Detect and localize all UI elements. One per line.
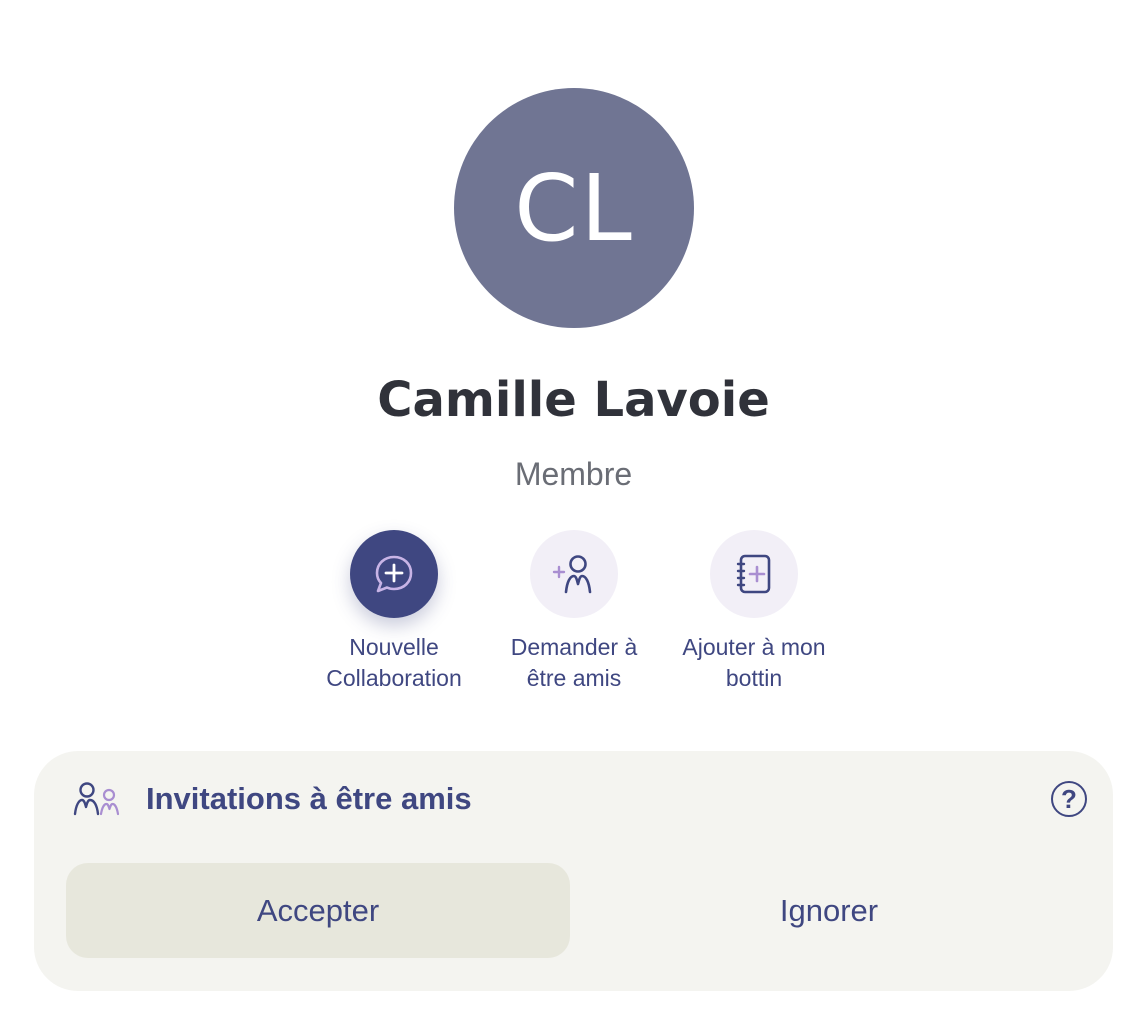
request-friend-button[interactable]: Demander à être amis — [484, 530, 664, 694]
new-collaboration-button[interactable]: Nouvelle Collaboration — [304, 530, 484, 694]
friends-icon — [73, 782, 120, 816]
new-collaboration-circle[interactable] — [350, 530, 438, 618]
request-friend-circle[interactable] — [530, 530, 618, 618]
add-friend-icon — [552, 555, 592, 594]
accept-button[interactable]: Accepter — [66, 863, 570, 958]
action-bar: Nouvelle Collaboration Demander à être a… — [0, 530, 1129, 710]
chat-plus-icon — [375, 555, 413, 593]
friend-invitation-header: Invitations à être amis ? — [72, 779, 1087, 819]
request-friend-label: Demander à être amis — [510, 634, 638, 691]
add-to-directory-button[interactable]: Ajouter à mon bottin — [664, 530, 844, 694]
help-icon[interactable]: ? — [1051, 781, 1087, 817]
new-collaboration-label: Nouvelle Collaboration — [326, 634, 462, 691]
ignore-button[interactable]: Ignorer — [574, 863, 1084, 958]
profile-page: CL Camille Lavoie Membre Nouvelle Collab… — [0, 0, 1129, 1020]
profile-role: Membre — [514, 456, 633, 492]
friend-invitation-title: Invitations à être amis — [146, 781, 472, 816]
add-to-directory-circle[interactable] — [710, 530, 798, 618]
avatar-initials: CL — [514, 154, 634, 262]
friend-invitation-card: Invitations à être amis ? Accepter Ignor… — [34, 751, 1113, 991]
add-to-directory-label: Ajouter à mon bottin — [682, 634, 826, 691]
profile-name: Camille Lavoie — [377, 372, 770, 428]
address-book-add-icon — [736, 554, 771, 594]
avatar: CL — [454, 88, 694, 328]
